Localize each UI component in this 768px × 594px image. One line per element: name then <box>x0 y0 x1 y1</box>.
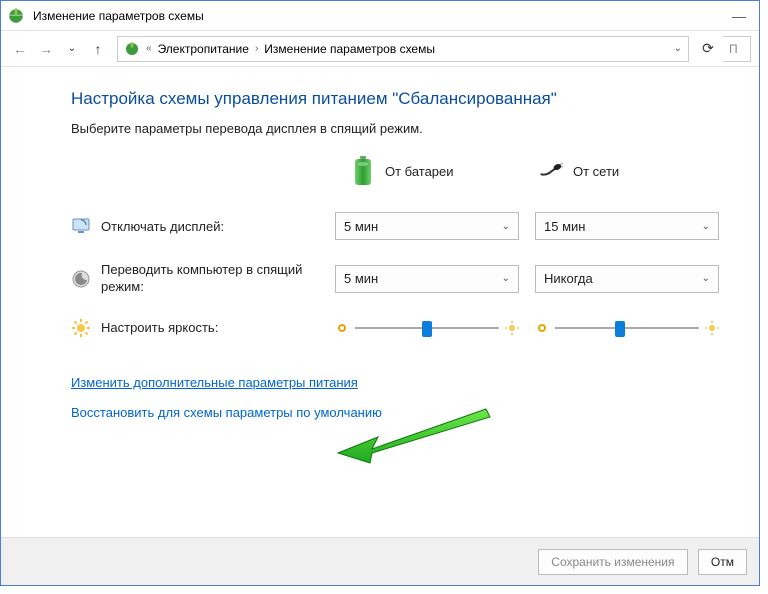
plugged-column-header: От сети <box>543 156 735 186</box>
search-input[interactable]: П <box>723 36 751 62</box>
battery-label: От батареи <box>385 164 454 179</box>
refresh-button[interactable]: ⟳ <box>697 38 719 60</box>
chevron-down-icon: ⌄ <box>702 273 710 284</box>
display-battery-dropdown[interactable]: 5 мин ⌄ <box>335 212 519 240</box>
row-label: Переводить компьютер в спящий режим: <box>101 262 335 296</box>
row-brightness: Настроить яркость: <box>71 318 735 338</box>
titlebar: Изменение параметров схемы — <box>1 1 759 31</box>
power-options-icon <box>7 7 25 25</box>
sleep-battery-dropdown[interactable]: 5 мин ⌄ <box>335 265 519 293</box>
chevron-down-icon: ⌄ <box>502 273 510 284</box>
breadcrumb-root[interactable]: Электропитание <box>158 42 249 56</box>
chevron-down-icon: ⌄ <box>702 221 710 232</box>
plugged-label: От сети <box>573 164 619 179</box>
page-subtext: Выберите параметры перевода дисплея в сп… <box>71 121 735 136</box>
battery-icon <box>351 156 375 186</box>
sun-dim-icon <box>335 321 349 335</box>
battery-column-header: От батареи <box>351 156 543 186</box>
sleep-icon <box>71 269 91 289</box>
sleep-plugged-dropdown[interactable]: Никогда ⌄ <box>535 265 719 293</box>
plug-icon <box>539 156 563 186</box>
up-button[interactable]: ↑ <box>87 38 109 60</box>
column-headers: От батареи От сети <box>71 156 735 186</box>
display-plugged-dropdown[interactable]: 15 мин ⌄ <box>535 212 719 240</box>
sun-bright-icon <box>705 321 719 335</box>
footer-bar: Сохранить изменения Отм <box>1 537 759 585</box>
cancel-button[interactable]: Отм <box>698 549 747 575</box>
window-title: Изменение параметров схемы <box>33 9 725 23</box>
back-button[interactable]: ← <box>9 38 31 60</box>
save-button[interactable]: Сохранить изменения <box>538 549 688 575</box>
chevron-down-icon: ⌄ <box>502 221 510 232</box>
power-plan-settings-window: Изменение параметров схемы — ← → ⌄ ↑ « Э… <box>0 0 760 586</box>
row-put-to-sleep: Переводить компьютер в спящий режим: 5 м… <box>71 262 735 296</box>
chevron-icon: « <box>146 43 152 54</box>
row-label: Отключать дисплей: <box>101 219 224 234</box>
brightness-icon <box>71 318 91 338</box>
row-label: Настроить яркость: <box>101 320 218 335</box>
forward-button: → <box>35 38 57 60</box>
advanced-settings-link[interactable]: Изменить дополнительные параметры питани… <box>71 375 358 390</box>
row-turn-off-display: Отключать дисплей: 5 мин ⌄ 15 мин ⌄ <box>71 212 735 240</box>
brightness-battery-slider[interactable] <box>335 318 519 338</box>
display-icon <box>71 216 91 236</box>
restore-defaults-link[interactable]: Восстановить для схемы параметры по умол… <box>71 405 382 420</box>
breadcrumb-current[interactable]: Изменение параметров схемы <box>264 42 435 56</box>
navigation-bar: ← → ⌄ ↑ « Электропитание › Изменение пар… <box>1 31 759 67</box>
page-heading: Настройка схемы управления питанием "Сба… <box>71 89 735 109</box>
chevron-right-icon: › <box>255 43 258 54</box>
sun-dim-icon <box>535 321 549 335</box>
sun-bright-icon <box>505 321 519 335</box>
minimize-button[interactable]: — <box>725 8 753 24</box>
links-section: Изменить дополнительные параметры питани… <box>71 374 735 434</box>
address-bar[interactable]: « Электропитание › Изменение параметров … <box>117 36 689 62</box>
recent-dropdown[interactable]: ⌄ <box>61 38 83 60</box>
content-area: Настройка схемы управления питанием "Сба… <box>1 67 759 434</box>
chevron-down-icon[interactable]: ⌄ <box>674 43 682 54</box>
power-options-icon <box>124 41 140 57</box>
brightness-plugged-slider[interactable] <box>535 318 719 338</box>
